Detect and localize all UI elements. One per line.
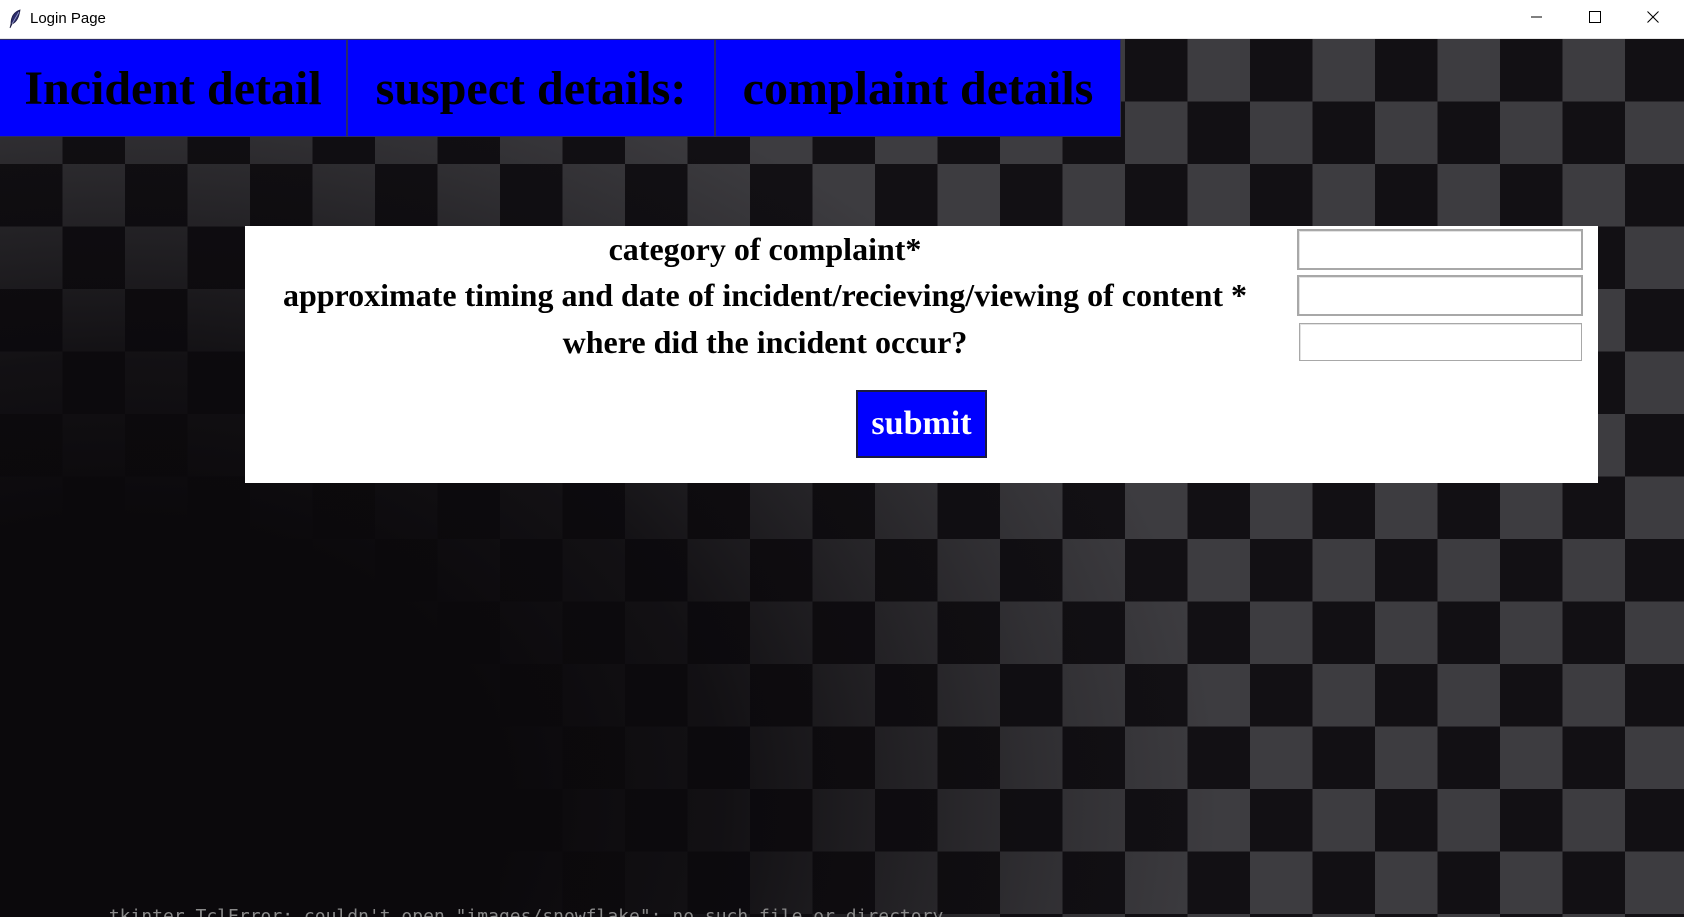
complaint-form: category of complaint* approximate timin… (245, 226, 1598, 483)
minimize-button[interactable] (1508, 0, 1566, 38)
window-title: Login Page (30, 10, 106, 27)
title-bar: Login Page (0, 0, 1684, 39)
location-input[interactable] (1299, 323, 1582, 361)
submit-button[interactable]: submit (856, 390, 987, 458)
tab-suspect-details[interactable]: suspect details: (347, 39, 715, 137)
close-icon (1647, 10, 1659, 28)
maximize-button[interactable] (1566, 0, 1624, 38)
tab-bar: Incident detail suspect details: complai… (0, 39, 1121, 137)
timing-label: approximate timing and date of incident/… (282, 277, 1248, 313)
app-window: Login Page Incident detail suspect detai… (0, 0, 1684, 917)
feather-icon (8, 9, 22, 29)
category-input[interactable] (1297, 229, 1583, 270)
close-button[interactable] (1624, 0, 1682, 38)
background-terminal-text: _tkinter.TclError: couldn't open "images… (98, 906, 944, 917)
tab-incident-detail[interactable]: Incident detail (0, 39, 347, 137)
timing-input[interactable] (1297, 275, 1583, 316)
minimize-icon (1531, 10, 1543, 28)
location-label: where did the incident occur? (562, 324, 968, 360)
tab-complaint-details[interactable]: complaint details (715, 39, 1121, 137)
category-label: category of complaint* (608, 231, 922, 267)
maximize-icon (1589, 10, 1601, 28)
